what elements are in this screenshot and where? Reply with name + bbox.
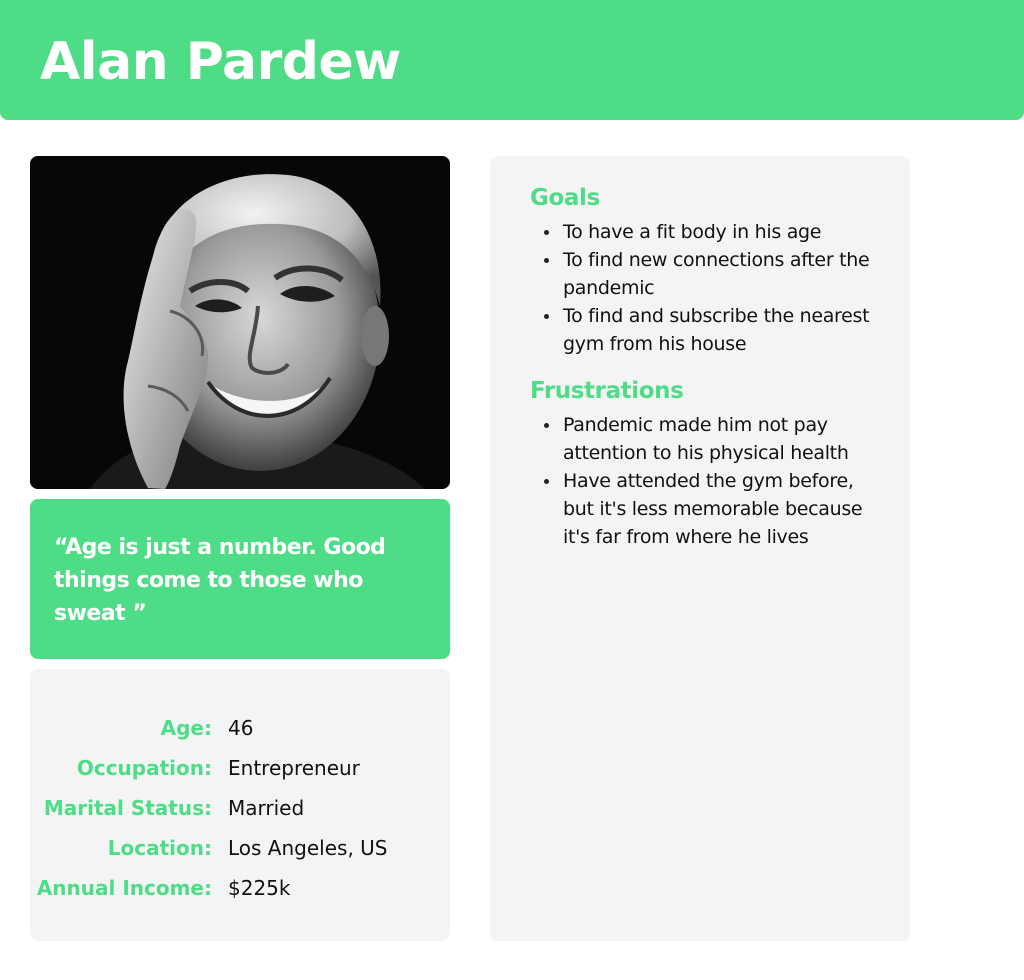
frustration-item: Have attended the gym before, but it's l… <box>530 467 870 551</box>
persona-name: Alan Pardew <box>40 32 401 92</box>
quote-card: “Age is just a number. Good things come … <box>30 499 450 659</box>
info-row-marital-status: Marital Status: Married <box>30 788 450 828</box>
info-value: $225k <box>228 876 291 900</box>
info-row-occupation: Occupation: Entrepreneur <box>30 748 450 788</box>
info-label: Location: <box>107 836 212 860</box>
info-row-age: Age: 46 <box>30 708 450 748</box>
goal-item: To have a fit body in his age <box>530 218 870 246</box>
goals-frustrations-card: Goals To have a fit body in his age To f… <box>490 156 910 941</box>
portrait-photo-icon <box>30 156 450 489</box>
demographics-card: Age: 46 Occupation: Entrepreneur Marital… <box>30 669 450 941</box>
persona-photo <box>30 156 450 489</box>
goal-item: To find and subscribe the nearest gym fr… <box>530 302 870 358</box>
info-label: Annual Income: <box>36 876 212 900</box>
goals-list: To have a fit body in his age To find ne… <box>530 218 870 358</box>
info-value: Entrepreneur <box>228 756 360 780</box>
info-value: Married <box>228 796 305 820</box>
frustrations-heading: Frustrations <box>530 378 684 404</box>
info-value: Los Angeles, US <box>228 836 388 860</box>
persona-quote: “Age is just a number. Good things come … <box>54 535 386 626</box>
info-row-location: Location: Los Angeles, US <box>30 828 450 868</box>
goal-item: To find new connections after the pandem… <box>530 246 870 302</box>
info-label: Occupation: <box>76 756 212 780</box>
frustration-item: Pandemic made him not pay attention to h… <box>530 411 870 467</box>
header-banner: Alan Pardew <box>0 0 1024 120</box>
goals-heading: Goals <box>530 185 600 211</box>
info-label: Marital Status: <box>43 796 212 820</box>
info-label: Age: <box>160 716 212 740</box>
info-row-annual-income: Annual Income: $225k <box>30 868 450 908</box>
frustrations-list: Pandemic made him not pay attention to h… <box>530 411 870 551</box>
info-value: 46 <box>228 716 254 740</box>
